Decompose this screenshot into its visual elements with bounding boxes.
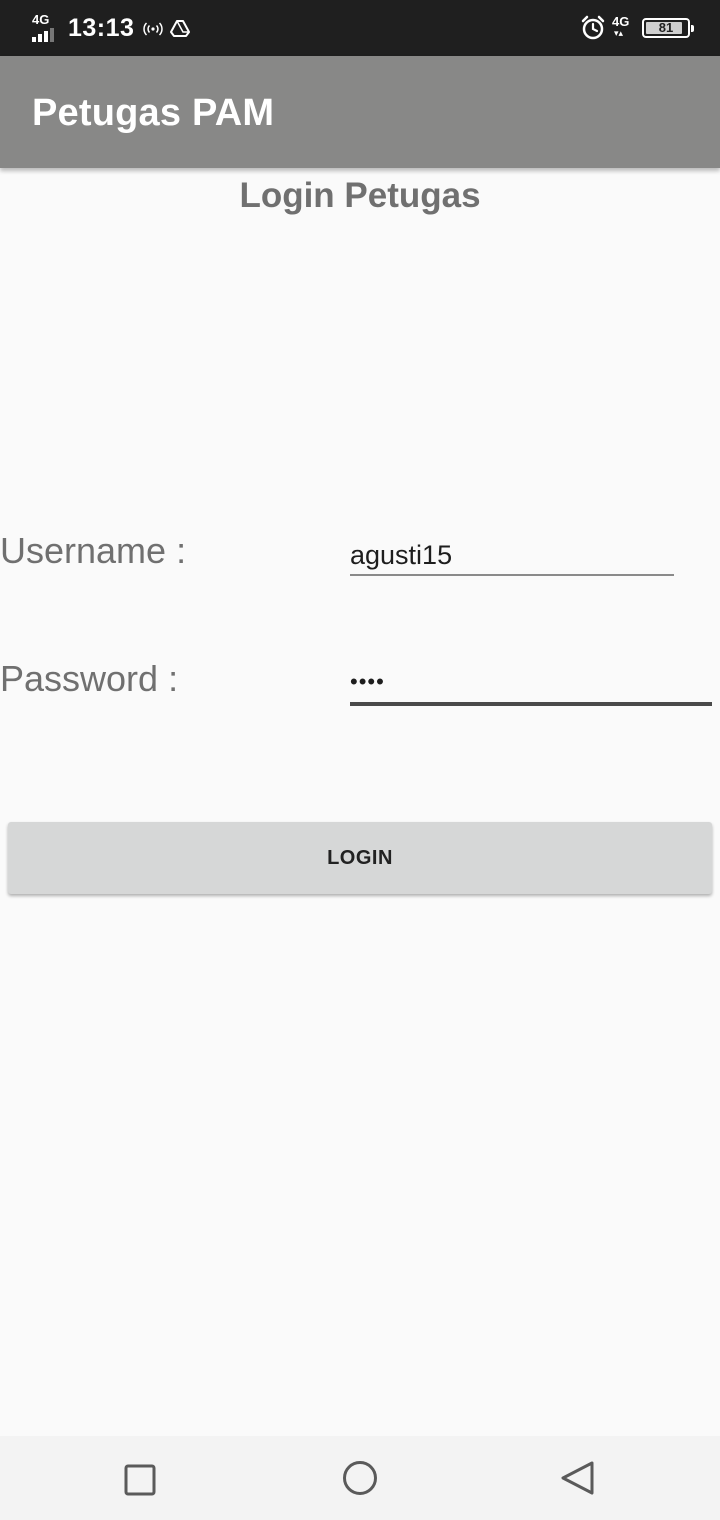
login-screen: 4G 13:13 4G ▾▴ 81 Petugas PAM Login Petu…	[0, 0, 720, 1520]
alarm-icon	[581, 15, 605, 40]
home-icon[interactable]	[340, 1460, 380, 1500]
login-heading: Login Petugas	[239, 176, 481, 215]
drive-icon	[170, 20, 191, 37]
navigation-bar	[0, 1436, 720, 1520]
login-button[interactable]: LOGIN	[8, 822, 712, 894]
data-label: 4G	[612, 14, 630, 29]
username-label: Username :	[0, 530, 187, 571]
password-label: Password :	[0, 658, 179, 699]
battery-icon: 81	[642, 18, 694, 38]
mobile-data-4g-icon: 4G ▾▴	[612, 14, 630, 38]
recents-icon[interactable]	[120, 1460, 160, 1500]
app-bar: Petugas PAM	[0, 56, 720, 168]
status-bar: 4G 13:13 4G ▾▴ 81	[0, 0, 720, 56]
hotspot-icon	[143, 22, 164, 36]
battery-level: 81	[658, 20, 674, 35]
network-label: 4G	[32, 12, 50, 27]
signal-4g-icon: 4G	[30, 13, 60, 43]
username-input[interactable]	[350, 536, 674, 576]
app-title: Petugas PAM	[32, 92, 275, 134]
password-input[interactable]	[350, 662, 712, 706]
status-time: 13:13	[68, 13, 135, 42]
back-icon[interactable]	[558, 1460, 598, 1500]
